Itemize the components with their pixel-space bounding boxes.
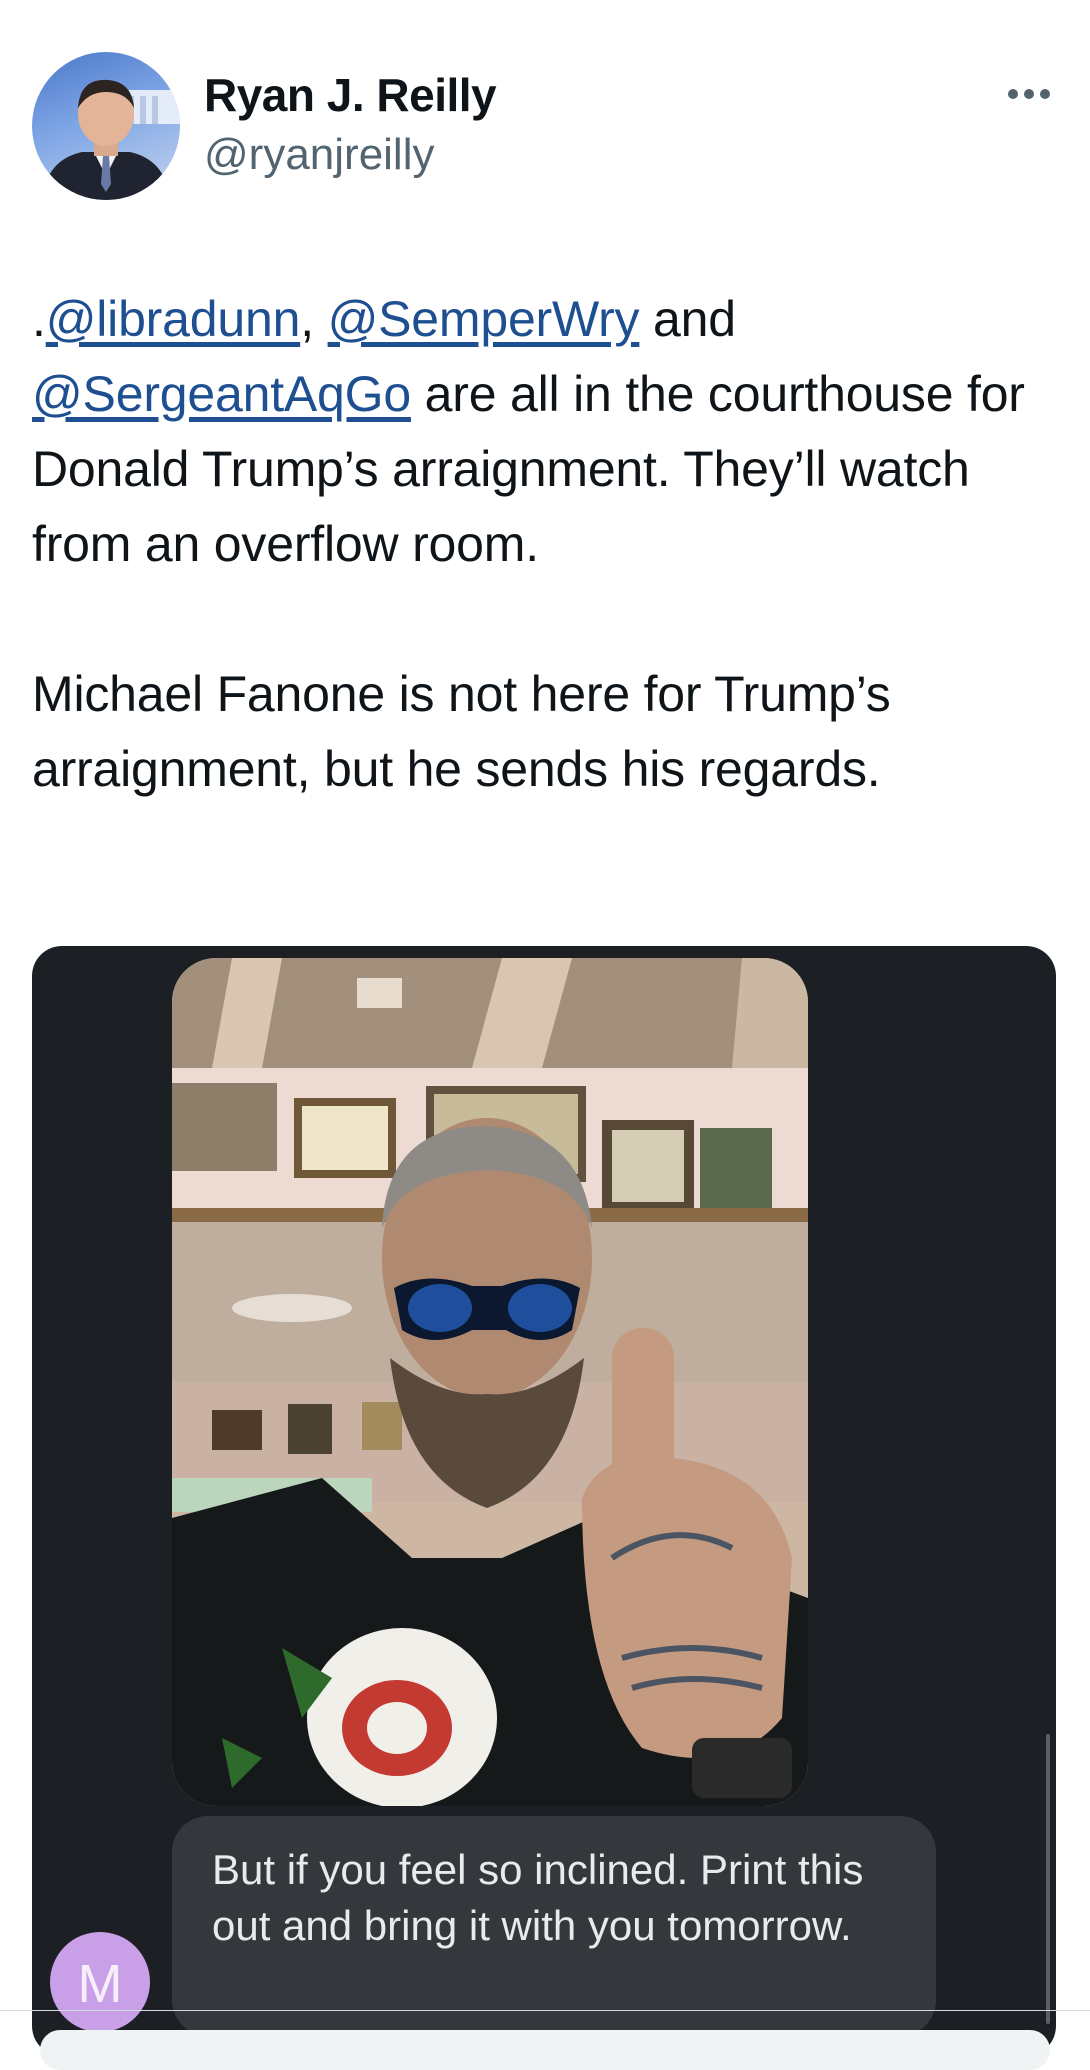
author-avatar[interactable]	[32, 52, 180, 200]
tweet-paragraph-1: .@libradunn, @SemperWry and @SergeantAqG…	[32, 282, 1052, 582]
tweet-lead: .	[32, 291, 46, 347]
mention-libradunn[interactable]: @libradunn	[46, 291, 301, 347]
tweet-sep: and	[639, 291, 736, 347]
tweet-paragraph-2: Michael Fanone is not here for Trump’s a…	[32, 666, 891, 797]
author-name[interactable]: Ryan J. Reilly	[204, 68, 497, 122]
more-horizontal-icon[interactable]	[1008, 82, 1060, 106]
mention-semperwry[interactable]: @SemperWry	[328, 291, 640, 347]
tweet-media[interactable]: But if you feel so inclined. Print this …	[32, 946, 1056, 2056]
dot	[1008, 89, 1018, 99]
divider	[0, 2010, 1090, 2011]
selfie-photo[interactable]	[172, 958, 808, 1806]
scrollbar[interactable]	[1046, 1734, 1050, 2024]
dot	[1040, 89, 1050, 99]
tweet-text: .@libradunn, @SemperWry and @SergeantAqG…	[32, 282, 1052, 807]
message-text: But if you feel so inclined. Print this …	[212, 1846, 864, 1949]
dot	[1024, 89, 1034, 99]
reply-bar[interactable]	[40, 2030, 1050, 2070]
author-handle[interactable]: @ryanjreilly	[204, 130, 434, 180]
sender-avatar: M	[50, 1932, 150, 2032]
tweet-sep: ,	[300, 291, 328, 347]
message-bubble: But if you feel so inclined. Print this …	[172, 1816, 936, 2036]
mention-sergeantaqgo[interactable]: @SergeantAqGo	[32, 366, 411, 422]
